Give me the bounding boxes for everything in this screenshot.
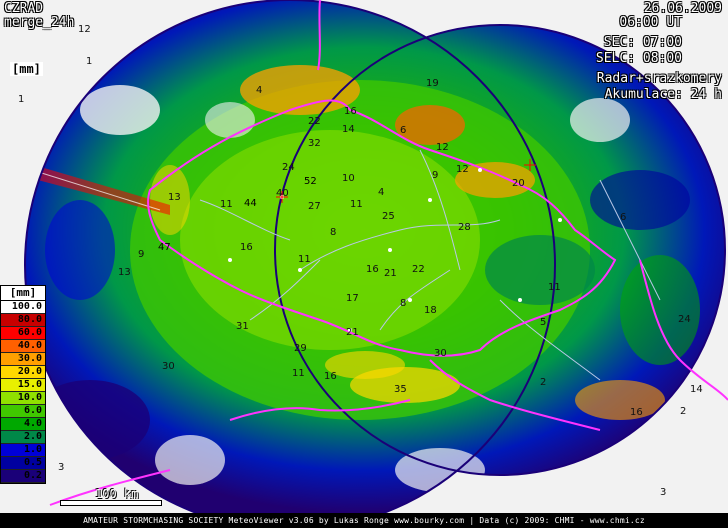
selc-label: SELC: 08:00 — [595, 51, 682, 66]
legend-entry: 2.0 — [1, 431, 45, 444]
legend-entry: 40.0 — [1, 340, 45, 353]
legend-entry: 4.0 — [1, 418, 45, 431]
value-label: 14 — [690, 384, 703, 395]
value-label: 11 — [350, 199, 363, 210]
value-label: 47 — [158, 242, 171, 253]
value-label: 24 — [282, 162, 295, 173]
value-label: 10 — [342, 173, 355, 184]
value-label: 25 — [382, 211, 395, 222]
credits-footer: AMATEUR STORMCHASING SOCIETY MeteoViewer… — [0, 513, 728, 528]
value-label: 32 — [308, 138, 321, 149]
value-label: 11 — [548, 282, 561, 293]
radar-map: 12 1 1 4 12 19 16 22 14 6 32 12 24 52 10… — [0, 0, 728, 528]
value-label: 12 — [456, 164, 469, 175]
unit-label: [mm] — [10, 62, 43, 76]
value-label: 4 — [256, 85, 262, 96]
legend-entry: 30.0 — [1, 353, 45, 366]
value-label: 9 — [138, 249, 144, 260]
value-label: 22 — [412, 264, 425, 275]
value-label: 24 — [678, 314, 691, 325]
value-label: 16 — [324, 371, 337, 382]
value-label: 52 — [304, 176, 317, 187]
value-label: 5 — [540, 317, 546, 328]
value-label: 11 — [220, 199, 233, 210]
heavy-rain-cell — [575, 380, 665, 420]
value-label: 22 — [308, 116, 321, 127]
legend-entry: 80.0 — [1, 314, 45, 327]
legend-entry: 1.0 — [1, 444, 45, 457]
value-label: 27 — [308, 201, 321, 212]
method-label: Radar+srazkomery — [596, 71, 722, 86]
legend-entry: 6.0 — [1, 405, 45, 418]
value-label: 4 — [378, 187, 384, 198]
value-label: 12 — [436, 142, 449, 153]
value-label: 16 — [366, 264, 379, 275]
value-label: 6 — [620, 212, 626, 223]
value-label: 40 — [276, 188, 289, 199]
value-label: 21 — [346, 327, 359, 338]
value-label: 1 — [18, 94, 24, 105]
product-subname: merge_24h — [4, 15, 75, 30]
sec-label: SEC: 07:00 — [603, 35, 682, 50]
value-label: 6 — [400, 125, 406, 136]
dry-area — [155, 435, 225, 485]
scale-label: 100 km — [95, 487, 139, 501]
legend-entry: 0.2 — [1, 470, 45, 483]
product-name: CZRAD — [4, 1, 44, 16]
value-label: 8 — [400, 298, 406, 309]
legend-entry: 100.0 — [1, 301, 45, 314]
value-label: 11 — [292, 368, 305, 379]
value-label: 35 — [394, 384, 407, 395]
value-label: 44 — [244, 198, 257, 209]
value-label: 14 — [342, 124, 355, 135]
value-label: 3 — [660, 487, 666, 498]
value-label: 8 — [330, 227, 336, 238]
value-label: 16 — [630, 407, 643, 418]
accumulation-label: Akumulace: 24 h — [604, 87, 722, 102]
value-label: 16 — [240, 242, 253, 253]
value-label: 19 — [426, 78, 439, 89]
value-label: 18 — [424, 305, 437, 316]
dry-area — [205, 102, 255, 138]
value-label: 30 — [162, 361, 175, 372]
value-label: 13 — [168, 192, 181, 203]
time-label: 06:00 UT — [619, 15, 682, 30]
value-label: 21 — [384, 268, 397, 279]
legend-entry: 60.0 — [1, 327, 45, 340]
date-label: 26.06.2009 — [643, 1, 722, 16]
value-label: 29 — [294, 343, 307, 354]
value-label: 17 — [346, 293, 359, 304]
value-label: 20 — [512, 178, 525, 189]
value-label: 3 — [58, 462, 64, 473]
value-label: 2 — [680, 406, 686, 417]
value-label: 28 — [458, 222, 471, 233]
legend-title: [mm] — [1, 286, 45, 301]
dry-area — [570, 98, 630, 142]
value-label: 9 — [432, 170, 438, 181]
value-label: 13 — [118, 267, 131, 278]
color-legend: [mm] 100.0 80.0 60.0 40.0 30.0 20.0 15.0 10.0 6.… — [0, 285, 46, 484]
legend-entry: 20.0 — [1, 366, 45, 379]
value-label: 30 — [434, 348, 447, 359]
value-label: 16 — [344, 106, 357, 117]
value-label: 2 — [540, 377, 546, 388]
dry-area — [80, 85, 160, 135]
legend-entry: 0.5 — [1, 457, 45, 470]
value-label: 31 — [236, 321, 249, 332]
legend-entry: 15.0 — [1, 379, 45, 392]
legend-entry: 10.0 — [1, 392, 45, 405]
value-label: 12 — [78, 24, 91, 35]
value-label: 1 — [86, 56, 92, 67]
value-label: 11 — [298, 254, 311, 265]
